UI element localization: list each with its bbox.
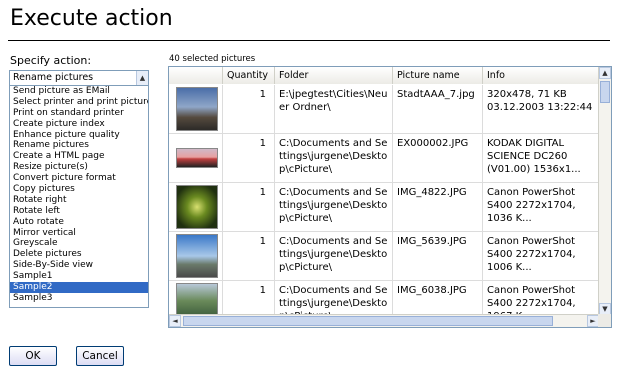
action-item[interactable]: Rotate left — [10, 206, 148, 217]
eiffel-tower-thumbnail[interactable] — [176, 87, 218, 131]
grid-header: Quantity Folder Picture name Info — [169, 67, 599, 84]
plant-thumbnail[interactable] — [176, 185, 218, 229]
scroll-corner — [598, 314, 611, 327]
city-thumbnail[interactable] — [176, 234, 218, 278]
picture-name-cell: IMG_5639.JPG — [393, 232, 483, 280]
column-header-thumbnail[interactable] — [169, 67, 223, 84]
action-combo-value: Rename pictures — [13, 72, 94, 83]
action-item[interactable]: Create picture index — [10, 119, 148, 130]
action-item[interactable]: Sample1 — [10, 271, 148, 282]
action-item[interactable]: Sample2 — [10, 282, 148, 293]
chevron-up-icon[interactable]: ▲ — [136, 71, 148, 85]
action-item[interactable]: Convert picture format — [10, 173, 148, 184]
quantity-cell: 1 — [223, 281, 275, 315]
column-header-quantity[interactable]: Quantity — [223, 67, 275, 84]
thumbnail-cell — [169, 232, 223, 280]
table-row[interactable]: 1 C:\Documents and Settings\jurgene\Deskt… — [169, 134, 599, 183]
folder-cell: C:\Documents and Settings\jurgene\Deskto… — [275, 281, 393, 315]
thumbnail-cell — [169, 183, 223, 231]
cancel-button[interactable]: Cancel — [76, 346, 124, 366]
info-cell: 320x478, 71 KB 03.12.2003 13:22:44 — [483, 85, 599, 133]
info-cell: Canon PowerShot S400 2272x1704, 1967 K..… — [483, 281, 599, 315]
action-item[interactable]: Print on standard printer — [10, 108, 148, 119]
action-item[interactable]: Send picture as EMail — [10, 86, 148, 97]
picture-name-cell: IMG_6038.JPG — [393, 281, 483, 315]
grid-rows: 1 E:\jpegtest\Cities\Neuer Ordner\ StadtAA… — [169, 85, 599, 315]
action-item[interactable]: Resize picture(s) — [10, 162, 148, 173]
info-cell: KODAK DIGITAL SCIENCE DC260 (V01.00) 153… — [483, 134, 599, 182]
horizontal-scrollbar[interactable]: ◄ ► — [169, 314, 599, 327]
action-item[interactable]: Auto rotate — [10, 217, 148, 228]
action-item[interactable]: Side-By-Side view — [10, 260, 148, 271]
horizontal-scroll-thumb[interactable] — [183, 316, 553, 326]
action-item[interactable]: Rename pictures — [10, 140, 148, 151]
landscape-thumbnail[interactable] — [176, 283, 218, 315]
ok-button[interactable]: OK — [9, 346, 57, 366]
vertical-scrollbar[interactable]: ▲ ▼ — [598, 67, 611, 315]
folder-cell: C:\Documents and Settings\jurgene\Deskto… — [275, 183, 393, 231]
column-header-folder[interactable]: Folder — [275, 67, 393, 84]
picture-name-cell: IMG_4822.JPG — [393, 183, 483, 231]
pictures-grid[interactable]: Quantity Folder Picture name Info 1 E:\jp… — [168, 66, 612, 328]
table-row[interactable]: 1 E:\jpegtest\Cities\Neuer Ordner\ StadtAA… — [169, 85, 599, 134]
selected-count-label: 40 selected pictures — [169, 54, 256, 64]
scroll-left-icon[interactable]: ◄ — [169, 315, 181, 327]
title-divider — [8, 40, 610, 41]
picture-name-cell: EX000002.JPG — [393, 134, 483, 182]
action-combo[interactable]: Rename pictures ▲ — [9, 70, 149, 86]
thumbnail-cell — [169, 85, 223, 133]
column-header-info[interactable]: Info — [483, 67, 599, 84]
folder-cell: E:\jpegtest\Cities\Neuer Ordner\ — [275, 85, 393, 133]
specify-action-label: Specify action: — [10, 54, 92, 67]
action-item[interactable]: Copy pictures — [10, 184, 148, 195]
quantity-cell: 1 — [223, 232, 275, 280]
info-cell: Canon PowerShot S400 2272x1704, 1036 K..… — [483, 183, 599, 231]
table-row[interactable]: 1 C:\Documents and Settings\jurgene\Deskt… — [169, 232, 599, 281]
scroll-up-icon[interactable]: ▲ — [599, 67, 611, 79]
table-row[interactable]: 1 C:\Documents and Settings\jurgene\Deskt… — [169, 281, 599, 315]
action-item[interactable]: Greyscale — [10, 238, 148, 249]
column-header-picture-name[interactable]: Picture name — [393, 67, 483, 84]
action-item[interactable]: Create a HTML page — [10, 151, 148, 162]
quantity-cell: 1 — [223, 183, 275, 231]
dialog-title: Execute action — [10, 6, 173, 31]
action-list[interactable]: Send picture as EMail Select printer and … — [9, 86, 149, 308]
folder-cell: C:\Documents and Settings\jurgene\Deskto… — [275, 232, 393, 280]
action-item[interactable]: Sample3 — [10, 293, 148, 304]
thumbnail-cell — [169, 134, 223, 182]
thumbnail-cell — [169, 281, 223, 315]
action-item[interactable]: Delete pictures — [10, 249, 148, 260]
picture-name-cell: StadtAAA_7.jpg — [393, 85, 483, 133]
table-row[interactable]: 1 C:\Documents and Settings\jurgene\Deskt… — [169, 183, 599, 232]
vertical-scroll-thumb[interactable] — [600, 81, 610, 103]
info-cell: Canon PowerShot S400 2272x1704, 1006 K..… — [483, 232, 599, 280]
folder-cell: C:\Documents and Settings\jurgene\Deskto… — [275, 134, 393, 182]
quantity-cell: 1 — [223, 85, 275, 133]
action-item[interactable]: Select printer and print picture — [10, 97, 148, 108]
action-item[interactable]: Mirror vertical — [10, 228, 148, 239]
action-item[interactable]: Rotate right — [10, 195, 148, 206]
action-item[interactable]: Enhance picture quality — [10, 130, 148, 141]
sunset-thumbnail[interactable] — [176, 148, 218, 168]
quantity-cell: 1 — [223, 134, 275, 182]
